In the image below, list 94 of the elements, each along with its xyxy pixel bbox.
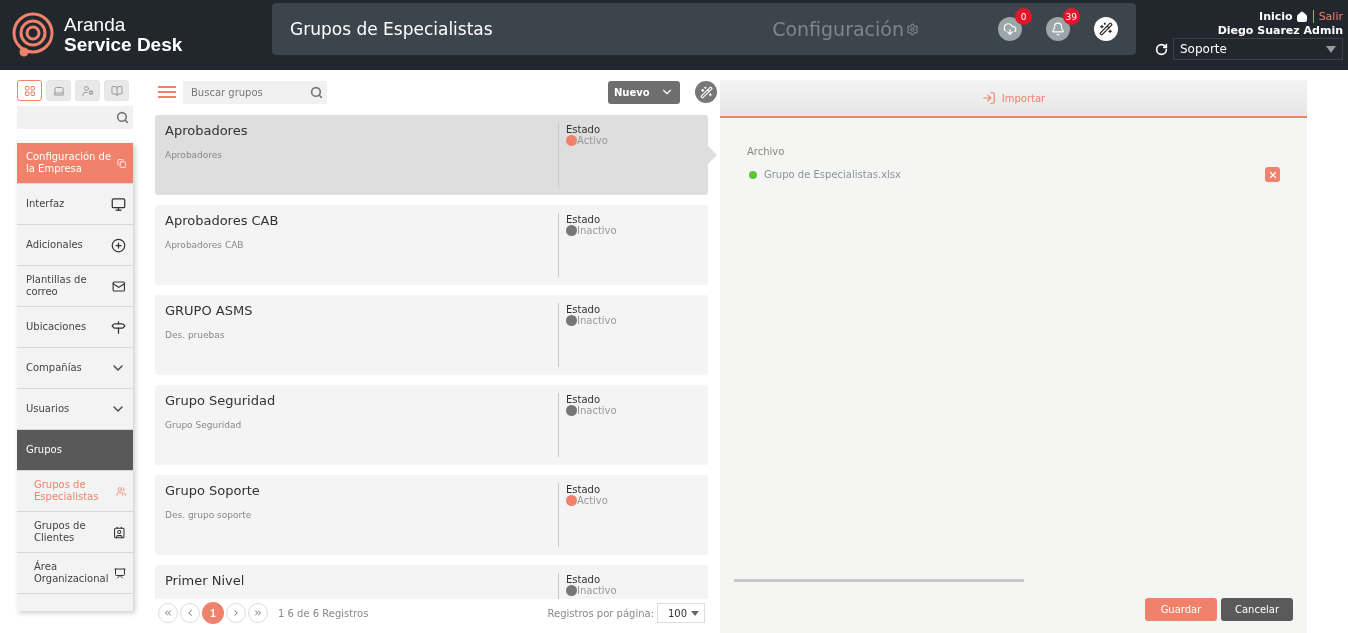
refresh-icon[interactable] xyxy=(1155,42,1168,56)
status-label: Estado xyxy=(566,124,602,135)
first-page-button[interactable] xyxy=(158,603,178,623)
previous-page-button[interactable] xyxy=(180,603,200,623)
import-icon xyxy=(981,91,996,105)
sidebar-item[interactable]: Ubicaciones xyxy=(17,307,133,348)
group-card[interactable]: Grupo Seguridad Grupo Seguridad Estado Inactivo xyxy=(155,385,708,465)
search-field[interactable]: Buscar grupos xyxy=(183,80,327,104)
file-label: Archivo xyxy=(747,146,786,157)
sidebar-item[interactable]: Área Organizacional xyxy=(17,553,133,594)
next-icon xyxy=(231,608,241,618)
group-description: Aprobadores xyxy=(165,150,224,160)
last-page-button[interactable] xyxy=(248,603,268,623)
search-field[interactable] xyxy=(17,106,133,129)
view-tab[interactable] xyxy=(17,80,42,101)
group-name: Primer Nivel xyxy=(165,573,246,588)
group-card[interactable]: Aprobadores Aprobadores Estado Activo xyxy=(155,115,708,195)
group-card[interactable]: GRUPO ASMS Des. pruebas Estado Inactivo xyxy=(155,295,708,375)
group-description: Grupo Seguridad xyxy=(165,420,243,430)
last-icon xyxy=(253,608,263,618)
status-text: Inactivo xyxy=(577,585,617,596)
contact-card-icon xyxy=(113,524,126,540)
group-card[interactable]: Primer Nivel Estado Inactivo xyxy=(155,565,708,599)
product-name: Service Desk xyxy=(64,35,183,55)
records-summary: 1 6 de 6 Registros xyxy=(278,607,369,619)
sidebar-item[interactable]: Grupos xyxy=(17,430,133,471)
status-label: Estado xyxy=(566,484,602,495)
monitor-icon xyxy=(111,196,126,212)
cloud-download-button[interactable] xyxy=(998,17,1022,41)
gear-icon xyxy=(906,22,919,36)
home-icon xyxy=(1295,10,1308,23)
per-page-label: Registros por página: xyxy=(547,607,654,619)
caret-icon xyxy=(691,610,699,616)
grid-icon xyxy=(23,84,36,97)
status-label: Estado xyxy=(566,214,602,225)
project-select[interactable]: Soporte xyxy=(1173,38,1343,60)
user-name: Diego Suarez Admin xyxy=(1217,24,1343,37)
bell-icon xyxy=(1051,22,1065,36)
sidebar-item[interactable]: Interfaz xyxy=(17,184,133,225)
file-name: Grupo de Especialistas.xlsx xyxy=(764,169,902,180)
status-text: Inactivo xyxy=(577,225,617,236)
magic-wand-icon xyxy=(1099,22,1113,36)
remove-button[interactable] xyxy=(1265,167,1280,182)
next-page-button[interactable] xyxy=(226,603,246,623)
badge: 0 xyxy=(1015,8,1032,25)
signpost-icon xyxy=(111,319,126,335)
per-page-select[interactable]: 100 xyxy=(657,603,705,623)
sidebar-item[interactable]: Usuarios xyxy=(17,389,133,430)
status-text: Activo xyxy=(577,495,608,506)
magic-wand-button[interactable] xyxy=(1094,17,1118,41)
sidebar-item[interactable]: Compañías xyxy=(17,348,133,389)
group-name: Grupo Soporte xyxy=(165,483,261,498)
logo-icon xyxy=(10,12,56,58)
status-text: Inactivo xyxy=(577,405,617,416)
group-name: Grupo Seguridad xyxy=(165,393,277,408)
group-description: Des. pruebas xyxy=(165,330,226,340)
status-label: Estado xyxy=(566,304,602,315)
sidebar-item[interactable]: Adicionales xyxy=(17,225,133,266)
laptop-icon xyxy=(52,84,65,97)
mail-icon xyxy=(112,278,126,294)
caret-icon xyxy=(1326,45,1336,53)
status-text: Inactivo xyxy=(577,315,617,326)
sidebar-item[interactable]: Grupos de Clientes xyxy=(17,512,133,553)
group-card[interactable]: Grupo Soporte Des. grupo soporte Estado Activo xyxy=(155,475,708,555)
search-icon xyxy=(116,111,129,124)
group-card[interactable]: Aprobadores CAB Aprobadores CAB Estado Inactivo xyxy=(155,205,708,285)
group-name: Aprobadores xyxy=(165,123,249,138)
user-gear-icon xyxy=(81,84,94,97)
brand-name: Aranda xyxy=(64,15,127,35)
group-name: Aprobadores CAB xyxy=(165,213,280,228)
status-label: Estado xyxy=(566,394,602,405)
group-description: Des. grupo soporte xyxy=(165,510,253,520)
logout-link[interactable]: Salir xyxy=(1312,10,1343,23)
group-name: GRUPO ASMS xyxy=(165,303,254,318)
new-button[interactable]: Nuevo xyxy=(608,80,680,104)
group-description: Aprobadores CAB xyxy=(165,240,245,250)
close-icon xyxy=(1267,169,1278,180)
cloud-download-icon xyxy=(1003,22,1017,36)
search-icon xyxy=(310,85,323,99)
badge: 39 xyxy=(1062,8,1080,25)
plus-circle-icon xyxy=(111,237,126,253)
magic-wand-icon xyxy=(699,85,713,99)
book-icon xyxy=(110,84,123,97)
presentation-icon xyxy=(114,565,126,581)
cancel-button[interactable]: Cancelar xyxy=(1221,598,1293,621)
previous-icon xyxy=(185,608,195,618)
home-link[interactable]: Inicio xyxy=(1259,10,1308,23)
first-icon xyxy=(163,608,173,618)
menu-icon[interactable] xyxy=(158,86,176,98)
page-title: Grupos de Especialistas xyxy=(290,19,494,39)
sidebar-item[interactable]: Plantillas de correo xyxy=(17,266,133,307)
status-label: Estado xyxy=(566,574,602,585)
status-text: Activo xyxy=(577,135,608,146)
section-title: Configuración xyxy=(772,18,919,40)
